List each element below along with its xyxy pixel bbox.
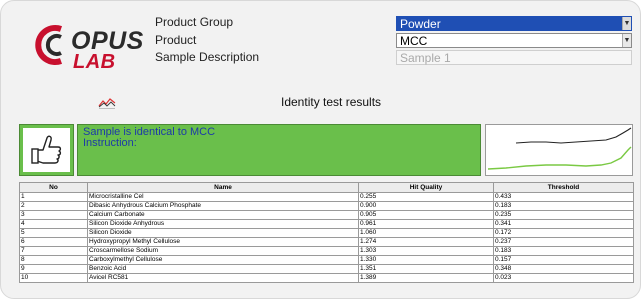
cell-threshold: 0.341 [493,219,634,229]
thumbs-up-icon [31,135,62,164]
sample-description-label: Sample Description [155,50,260,64]
column-header-no[interactable]: No [19,182,88,193]
column-header-name[interactable]: Name [87,182,359,193]
table-row[interactable]: 7 Croscarmellose Sodium 1.303 0.183 [19,246,634,256]
product-select[interactable]: MCC ▼ [396,33,632,48]
cell-hit-quality: 0.900 [358,201,494,211]
cell-hit-quality: 1.330 [358,255,494,265]
cell-no: 5 [19,228,88,238]
cell-hit-quality: 0.905 [358,210,494,220]
spectrum-compare-icon[interactable] [98,97,116,109]
product-group-label: Product Group [155,15,234,29]
cell-name: Carboxylmethyl Cellulose [87,255,359,265]
instruction-label: Instruction: [83,137,137,149]
cell-name: Silicon Dioxide [87,228,359,238]
cell-no: 3 [19,210,88,220]
cell-threshold: 0.348 [493,264,634,274]
result-status-box [19,124,74,176]
hit-list-table: No Name Hit Quality Threshold 1 Microcris… [19,182,634,283]
cell-threshold: 0.157 [493,255,634,265]
table-row[interactable]: 6 Hydroxypropyl Methyl Cellulose 1.274 0.23… [19,237,634,247]
cell-no: 4 [19,219,88,229]
chevron-down-icon[interactable]: ▼ [622,17,631,30]
product-value: MCC [400,34,428,48]
opus-lab-logo: OPUS LAB [31,23,143,73]
cell-no: 9 [19,264,88,274]
cell-no: 6 [19,237,88,247]
cell-no: 10 [19,273,88,283]
spectrum-sample-line [487,146,632,170]
column-header-hit-quality[interactable]: Hit Quality [358,182,494,193]
cell-hit-quality: 0.255 [358,192,494,202]
table-row[interactable]: 3 Calcium Carbonate 0.905 0.235 [19,210,634,220]
cell-hit-quality: 1.060 [358,228,494,238]
cell-name: Microcristalline Cel [87,192,359,202]
cell-no: 8 [19,255,88,265]
cell-hit-quality: 1.351 [358,264,494,274]
spectrum-reference-line [515,127,632,144]
cell-name: Hydroxypropyl Methyl Cellulose [87,237,359,247]
table-row[interactable]: 4 Silicon Dioxide Anhydrous 0.961 0.341 [19,219,634,229]
table-row[interactable]: 5 Silicon Dioxide 1.060 0.172 [19,228,634,238]
logo-text-lab: LAB [73,51,116,73]
product-label: Product [155,33,197,47]
cell-threshold: 0.023 [493,273,634,283]
cell-name: Benzoic Acid [87,264,359,274]
cell-hit-quality: 1.389 [358,273,494,283]
cell-threshold: 0.235 [493,210,634,220]
product-group-select[interactable]: Powder ▼ [396,16,632,31]
column-header-threshold[interactable]: Threshold [493,182,634,193]
table-row[interactable]: 9 Benzoic Acid 1.351 0.348 [19,264,634,274]
cell-threshold: 0.237 [493,237,634,247]
table-row[interactable]: 8 Carboxylmethyl Cellulose 1.330 0.157 [19,255,634,265]
table-row[interactable]: 10 Avicel RC581 1.389 0.023 [19,273,634,283]
cell-name: Calcium Carbonate [87,210,359,220]
cell-no: 7 [19,246,88,256]
cell-threshold: 0.172 [493,228,634,238]
cell-no: 1 [19,192,88,202]
sample-description-field[interactable]: Sample 1 [396,50,632,65]
spectrum-preview[interactable] [485,124,633,176]
cell-hit-quality: 0.961 [358,219,494,229]
result-title: Identity test results [281,95,382,109]
cell-name: Avicel RC581 [87,273,359,283]
result-message-box: Sample is identical to MCC Instruction: [77,124,481,176]
table-row[interactable]: 2 Dibasic Anhydrous Calcium Phosphate 0.90… [19,201,634,211]
cell-no: 2 [19,201,88,211]
cell-threshold: 0.183 [493,246,634,256]
cell-name: Silicon Dioxide Anhydrous [87,219,359,229]
cell-name: Croscarmellose Sodium [87,246,359,256]
spectrum-chart [487,127,632,170]
cell-hit-quality: 1.274 [358,237,494,247]
logo-mark [35,25,63,65]
table-header-row: No Name Hit Quality Threshold [19,182,634,193]
product-group-value: Powder [400,17,441,31]
sample-description-value: Sample 1 [400,51,451,65]
chevron-down-icon[interactable]: ▼ [622,34,631,47]
app-window: OPUS LAB Product Group Product Sample De… [0,0,641,299]
cell-threshold: 0.433 [493,192,634,202]
cell-hit-quality: 1.303 [358,246,494,256]
cell-threshold: 0.183 [493,201,634,211]
cell-name: Dibasic Anhydrous Calcium Phosphate [87,201,359,211]
table-row[interactable]: 1 Microcristalline Cel 0.255 0.433 [19,192,634,202]
